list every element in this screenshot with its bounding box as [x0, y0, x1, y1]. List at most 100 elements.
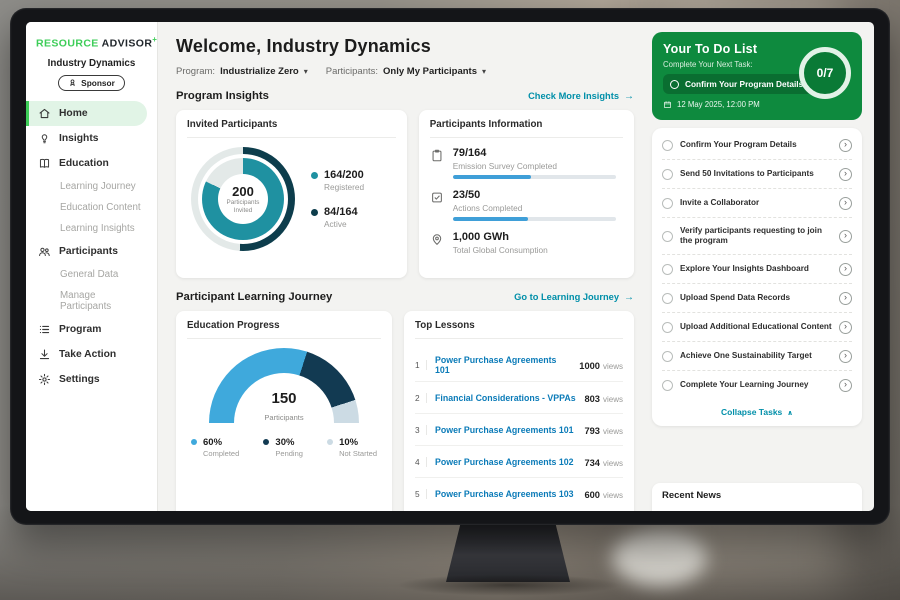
checkbox-icon[interactable] — [662, 169, 673, 180]
monitor-stand-shadow — [396, 574, 620, 596]
gauge-center-label: 150 Participants — [209, 390, 359, 425]
participants-information-card: Participants Information 79/164 Emission… — [419, 110, 634, 278]
stat-value: 23/50 — [453, 189, 623, 201]
participants-filter-label: Participants: — [326, 66, 378, 77]
lesson-rank: 1 — [415, 360, 427, 370]
invited-donut-chart: 200 Participants Invited — [191, 147, 295, 251]
todo-summary-card: Your To Do List Complete Your Next Task:… — [652, 32, 862, 120]
chevron-right-icon[interactable] — [839, 379, 852, 392]
chevron-right-icon[interactable] — [839, 263, 852, 276]
stat-label: Emission Survey Completed — [453, 161, 623, 171]
filters-row: Program: Industrialize Zero Participants… — [176, 66, 634, 77]
arrow-right-icon — [624, 292, 634, 303]
legend-dot — [311, 172, 318, 179]
legend-value: 84/164 — [324, 206, 358, 218]
task-item[interactable]: Complete Your Learning Journey — [662, 371, 852, 399]
sidebar-item-label: Learning Journey — [60, 181, 136, 192]
lesson-rank: 2 — [415, 393, 427, 403]
sidebar-item-education-content[interactable]: Education Content — [26, 197, 157, 218]
task-item[interactable]: Send 50 Invitations to Participants — [662, 160, 852, 189]
lesson-row: 1 Power Purchase Agreements 101 1000view… — [415, 348, 623, 382]
chevron-down-icon — [482, 66, 486, 77]
task-item[interactable]: Upload Spend Data Records — [662, 284, 852, 313]
checkbox-icon[interactable] — [662, 380, 673, 391]
sidebar-item-label: Insights — [59, 133, 98, 144]
logo-plus: + — [152, 35, 157, 44]
sidebar-item-manage-participants[interactable]: Manage Participants — [26, 285, 157, 317]
sidebar-item-learning-insights[interactable]: Learning Insights — [26, 218, 157, 239]
logo-resource: RESOURCE — [36, 38, 99, 50]
sidebar-item-education[interactable]: Education — [26, 151, 157, 176]
program-select[interactable]: Industrialize Zero — [220, 66, 308, 77]
background-object — [612, 528, 707, 586]
learning-journey-header: Participant Learning Journey Go to Learn… — [176, 291, 634, 303]
lesson-link[interactable]: Power Purchase Agreements 102 — [435, 457, 576, 467]
sidebar-item-insights[interactable]: Insights — [26, 126, 157, 151]
legend-label: Not Started — [339, 449, 377, 458]
sidebar-item-general-data[interactable]: General Data — [26, 264, 157, 285]
lesson-views: 1000views — [579, 356, 623, 374]
sidebar-item-home[interactable]: Home — [26, 101, 147, 126]
sidebar-item-program[interactable]: Program — [26, 317, 157, 342]
go-to-learning-journey-link[interactable]: Go to Learning Journey — [514, 292, 634, 303]
task-item[interactable]: Confirm Your Program Details — [662, 131, 852, 160]
lesson-link[interactable]: Power Purchase Agreements 101 — [435, 355, 571, 375]
task-item[interactable]: Upload Additional Educational Content — [662, 313, 852, 342]
chevron-right-icon[interactable] — [839, 197, 852, 210]
sidebar-item-learning-journey[interactable]: Learning Journey — [26, 176, 157, 197]
education-gauge-chart: 150 Participants — [209, 348, 359, 425]
legend-value: 60% — [203, 437, 239, 448]
lesson-link[interactable]: Financial Considerations - VPPAs — [435, 393, 576, 403]
chevron-right-icon[interactable] — [839, 139, 852, 152]
legend-dot — [311, 209, 318, 216]
task-item[interactable]: Invite a Collaborator — [662, 189, 852, 218]
checkbox-icon[interactable] — [662, 322, 673, 333]
checkbox-icon[interactable] — [662, 231, 673, 242]
task-item[interactable]: Achieve One Sustainability Target — [662, 342, 852, 371]
task-item[interactable]: Verify participants requesting to join t… — [662, 218, 852, 255]
next-task-button[interactable]: Confirm Your Program Details — [663, 74, 813, 94]
donut-center-caption: Participants Invited — [218, 199, 268, 214]
lesson-link[interactable]: Power Purchase Agreements 103 — [435, 489, 576, 499]
task-item[interactable]: Explore Your Insights Dashboard — [662, 255, 852, 284]
chevron-right-icon[interactable] — [839, 230, 852, 243]
checkbox-icon[interactable] — [662, 293, 673, 304]
legend-label: Active — [324, 219, 358, 229]
sidebar-item-label: Settings — [59, 374, 100, 385]
task-label: Upload Additional Educational Content — [680, 322, 832, 333]
task-label: Achieve One Sustainability Target — [680, 351, 832, 362]
sidebar-item-participants[interactable]: Participants — [26, 239, 157, 264]
checkbox-icon[interactable] — [662, 264, 673, 275]
chevron-right-icon[interactable] — [839, 321, 852, 334]
task-label: Send 50 Invitations to Participants — [680, 169, 832, 180]
checkbox-icon[interactable] — [662, 198, 673, 209]
stat-label: Total Global Consumption — [453, 245, 623, 255]
chevron-right-icon[interactable] — [839, 292, 852, 305]
checkbox-icon[interactable] — [662, 140, 673, 151]
book-icon — [38, 157, 51, 170]
chevron-right-icon[interactable] — [839, 168, 852, 181]
todo-due-date: 12 May 2025, 12:00 PM — [663, 100, 851, 109]
stat-actions-completed: 23/50 Actions Completed — [430, 189, 623, 221]
checkbox-icon[interactable] — [662, 351, 673, 362]
legend-dot — [263, 439, 269, 445]
collapse-tasks-link[interactable]: Collapse Tasks — [662, 399, 852, 421]
legend-dot — [191, 439, 197, 445]
sidebar-item-label: Learning Insights — [60, 223, 135, 234]
lesson-views: 734views — [584, 453, 623, 471]
progress-bar — [453, 175, 616, 179]
sidebar-item-settings[interactable]: Settings — [26, 367, 157, 392]
check-more-insights-link[interactable]: Check More Insights — [528, 91, 634, 102]
legend-value: 30% — [275, 437, 303, 448]
learning-journey-cards: Education Progress 150 Participants — [176, 311, 634, 511]
recent-news-title: Recent News — [662, 490, 721, 501]
monitor-bezel: RESOURCE ADVISOR+ Industry Dynamics Spon… — [10, 8, 890, 525]
next-task-label: Confirm Your Program Details — [685, 79, 803, 89]
chevron-right-icon[interactable] — [839, 350, 852, 363]
sponsor-label: Sponsor — [81, 78, 115, 88]
lesson-link[interactable]: Power Purchase Agreements 101 — [435, 425, 576, 435]
participants-select[interactable]: Only My Participants — [383, 66, 486, 77]
link-label: Go to Learning Journey — [514, 292, 619, 302]
sidebar-nav: Home Insights Education Learning Journey… — [26, 101, 157, 392]
sidebar-item-take-action[interactable]: Take Action — [26, 342, 157, 367]
